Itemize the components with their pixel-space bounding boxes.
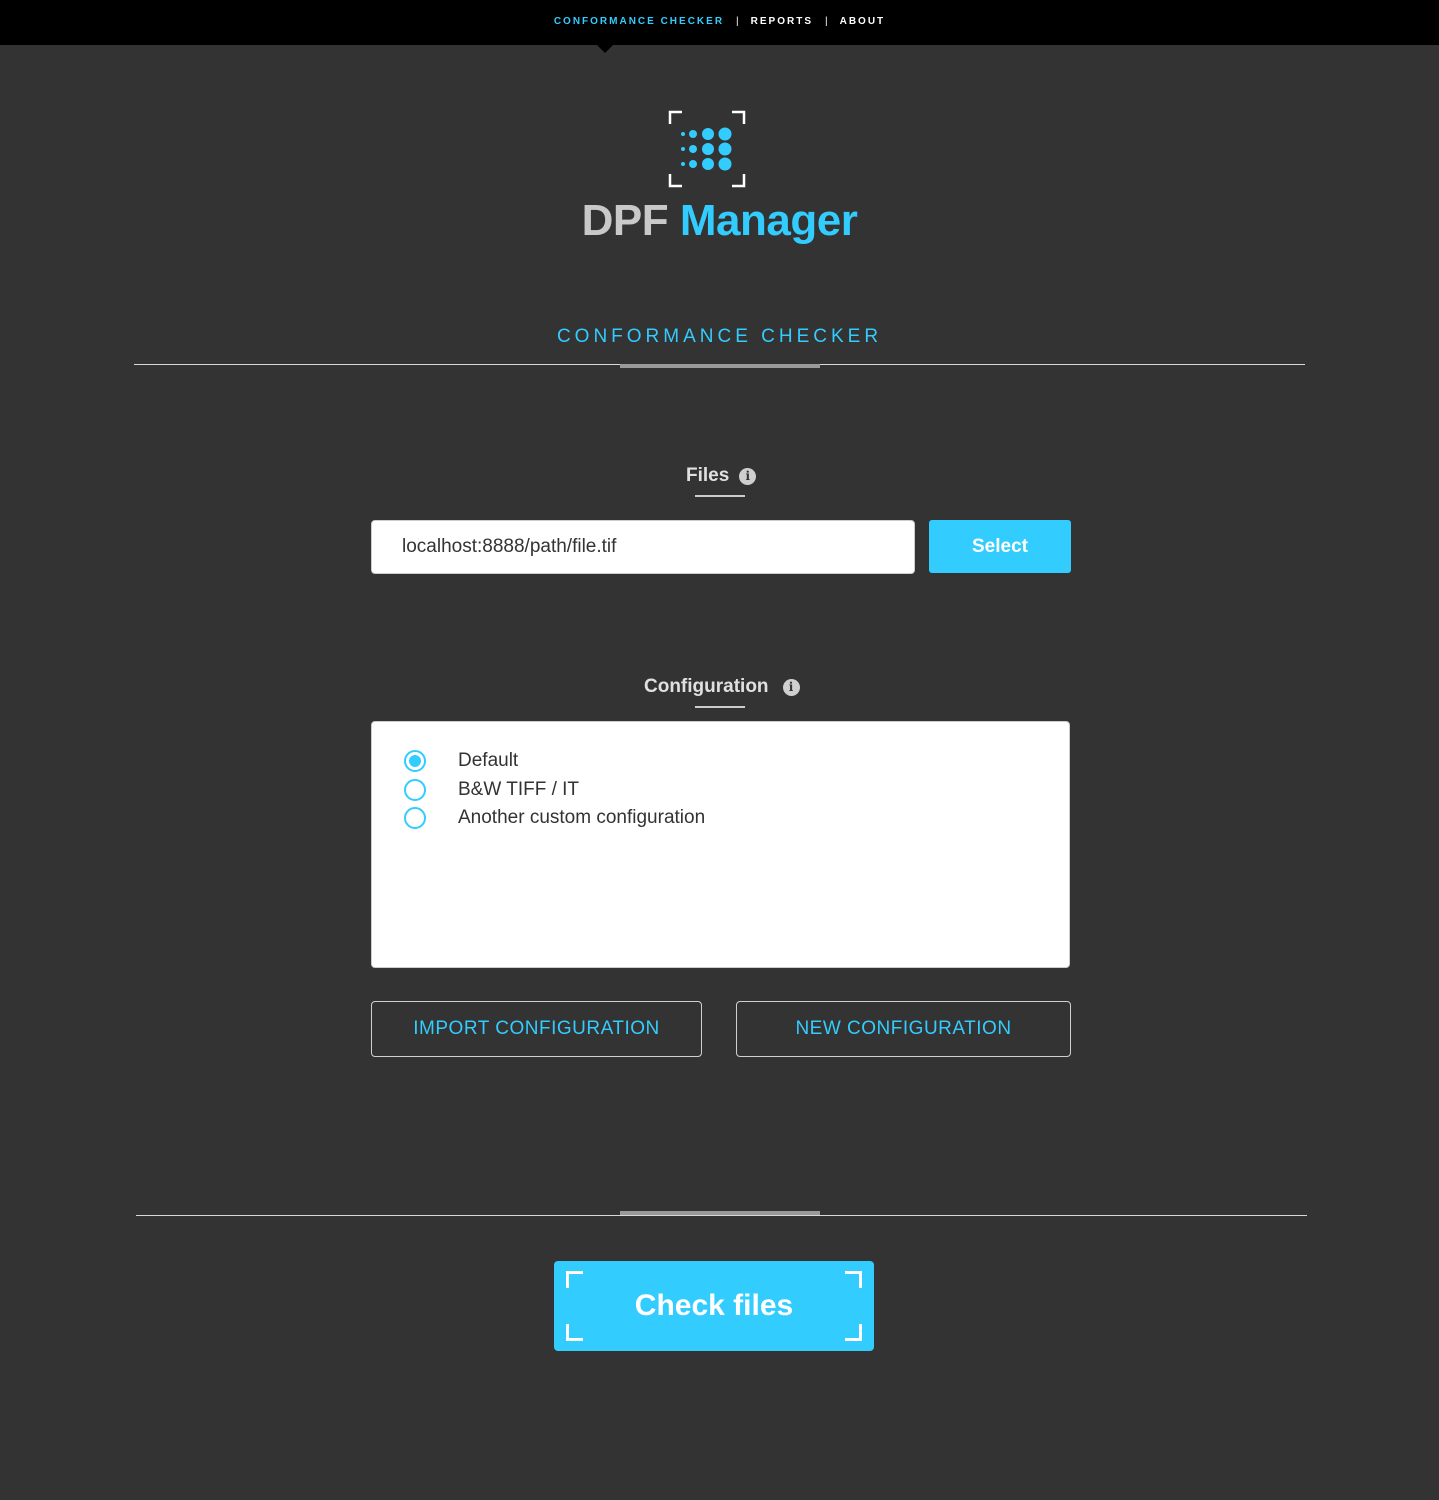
files-label-group: Files i — [686, 465, 757, 487]
radio-button-checked[interactable] — [404, 750, 426, 772]
check-files-button[interactable]: Check files — [554, 1261, 874, 1351]
configuration-label: Configuration — [644, 676, 769, 697]
info-icon[interactable]: i — [782, 678, 800, 696]
corner-bracket-icon — [845, 1271, 862, 1288]
radio-button[interactable] — [404, 779, 426, 801]
configuration-label-underline — [695, 706, 745, 708]
select-button[interactable]: Select — [929, 520, 1071, 573]
top-navigation-bar: CONFORMANCE CHECKER | REPORTS | ABOUT — [0, 0, 1439, 45]
corner-bracket-icon — [845, 1324, 862, 1341]
brand-part-manager: Manager — [679, 196, 858, 245]
config-option-label: Default — [458, 750, 519, 771]
check-files-label: Check files — [634, 1289, 794, 1322]
import-configuration-button[interactable]: IMPORT CONFIGURATION — [371, 1001, 702, 1057]
nav-separator: | — [825, 16, 828, 27]
config-option-label: Another custom configuration — [458, 807, 706, 828]
dot-grid-logo-icon — [668, 110, 746, 188]
new-configuration-button[interactable]: NEW CONFIGURATION — [736, 1001, 1071, 1057]
info-icon[interactable]: i — [739, 467, 757, 485]
file-path-input[interactable] — [371, 520, 915, 574]
files-label-underline — [695, 495, 745, 497]
section-divider-bottom-accent — [620, 1211, 820, 1215]
config-option-label: B&W TIFF / IT — [458, 779, 580, 800]
nav-reports[interactable]: REPORTS — [751, 16, 813, 27]
brand-part-dpf: DPF — [581, 196, 669, 245]
section-title: CONFORMANCE CHECKER — [556, 326, 883, 347]
radio-button[interactable] — [404, 807, 426, 829]
configuration-label-group: Configuration i — [644, 676, 800, 698]
config-option-custom[interactable]: Another custom configuration — [404, 807, 705, 829]
brand-title: DPF Manager — [0, 196, 1439, 246]
main-nav: CONFORMANCE CHECKER | REPORTS | ABOUT — [0, 16, 1439, 27]
config-option-bw-tiff-it[interactable]: B&W TIFF / IT — [404, 779, 579, 801]
nav-separator: | — [736, 16, 739, 27]
nav-conformance-checker[interactable]: CONFORMANCE CHECKER — [554, 16, 724, 27]
files-label: Files — [686, 465, 730, 486]
nav-about[interactable]: ABOUT — [840, 16, 886, 27]
section-divider-bottom — [136, 1215, 1307, 1216]
nav-active-caret — [597, 45, 613, 53]
corner-bracket-icon — [566, 1271, 583, 1288]
config-option-default[interactable]: Default — [404, 750, 518, 772]
corner-bracket-icon — [566, 1324, 583, 1341]
configuration-list: Default B&W TIFF / IT Another custom con… — [371, 721, 1070, 968]
section-divider-top-accent — [620, 364, 820, 368]
